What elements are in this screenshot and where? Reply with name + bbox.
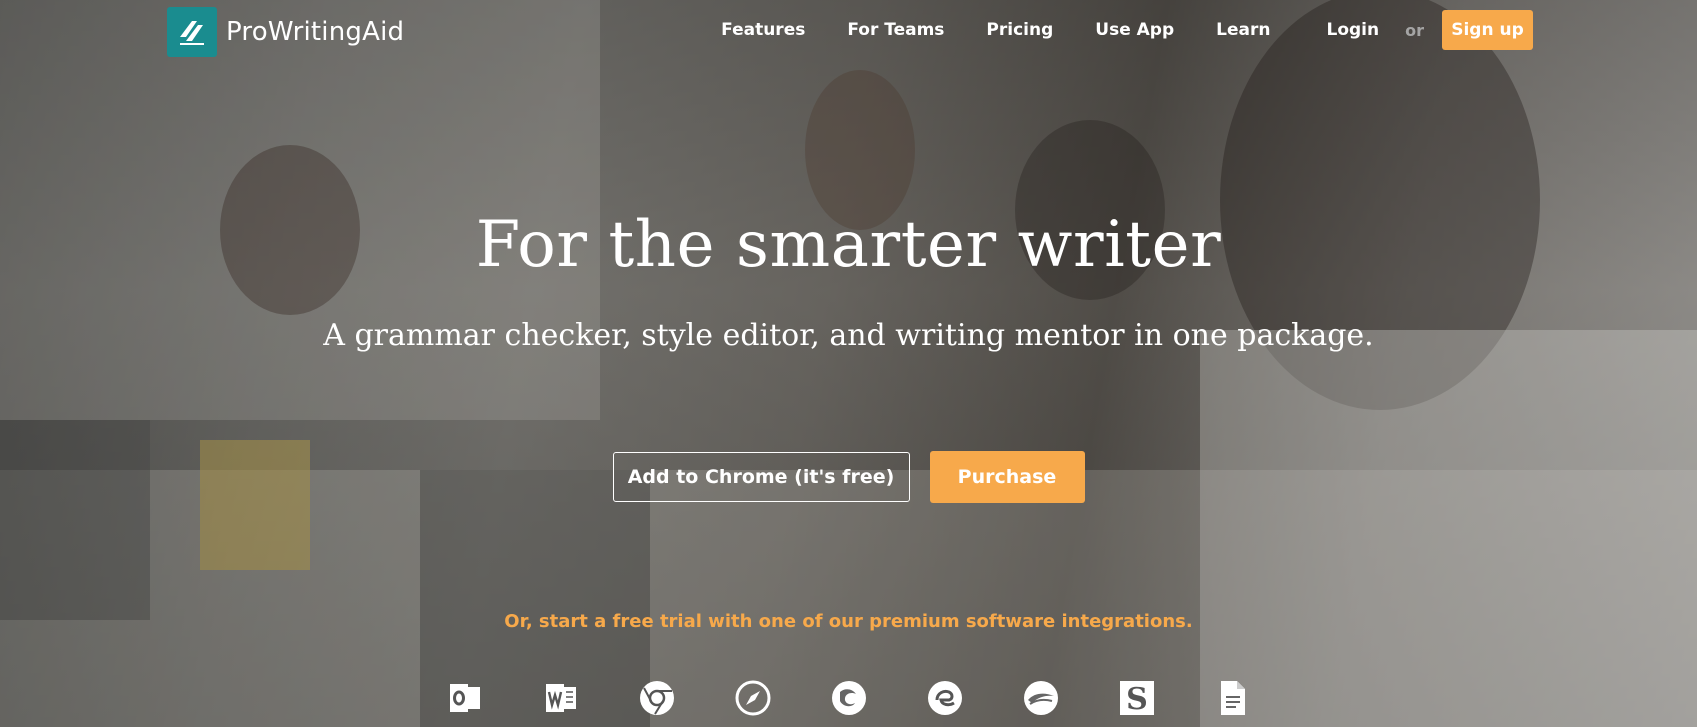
outlook-icon[interactable]: [445, 678, 485, 718]
purchase-button[interactable]: Purchase: [929, 451, 1085, 503]
login-link[interactable]: Login: [1326, 20, 1379, 40]
chrome-icon[interactable]: [637, 678, 677, 718]
feather-logo-icon: [167, 7, 217, 57]
word-icon[interactable]: [541, 678, 581, 718]
free-trial-text[interactable]: Or, start a free trial with one of our p…: [0, 611, 1697, 632]
scrivener-icon[interactable]: S: [1117, 678, 1157, 718]
signup-button[interactable]: Sign up: [1442, 10, 1533, 50]
nav-use-app[interactable]: Use App: [1095, 20, 1174, 40]
top-navigation: Features For Teams Pricing Use App Learn…: [721, 10, 1697, 50]
edge-icon[interactable]: [925, 678, 965, 718]
brand-logo[interactable]: ProWritingAid: [167, 7, 405, 57]
svg-text:S: S: [1126, 682, 1148, 717]
nav-pricing[interactable]: Pricing: [986, 20, 1053, 40]
nav-for-teams[interactable]: For Teams: [847, 20, 944, 40]
firefox-icon[interactable]: [829, 678, 869, 718]
openoffice-icon[interactable]: [1021, 678, 1061, 718]
hero-subheadline: A grammar checker, style editor, and wri…: [323, 318, 1374, 353]
google-docs-icon[interactable]: [1213, 678, 1253, 718]
cta-buttons: Add to Chrome (it's free) Purchase: [0, 451, 1697, 503]
add-to-chrome-button[interactable]: Add to Chrome (it's free): [612, 452, 910, 502]
nav-learn[interactable]: Learn: [1216, 20, 1270, 40]
nav-features[interactable]: Features: [721, 20, 805, 40]
hero-headline: For the smarter writer: [475, 208, 1222, 282]
safari-icon[interactable]: [733, 678, 773, 718]
integration-icons: S: [0, 678, 1697, 718]
or-separator: or: [1405, 20, 1424, 40]
brand-name: ProWritingAid: [226, 17, 405, 47]
